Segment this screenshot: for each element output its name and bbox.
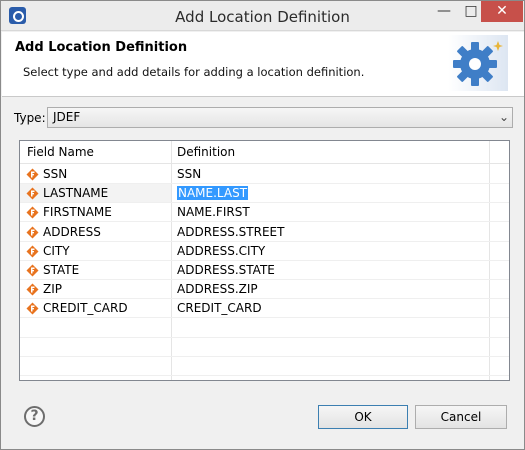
ok-button[interactable]: OK [318, 405, 408, 429]
field-f-icon [26, 168, 39, 181]
empty-row [20, 338, 509, 357]
table-row[interactable]: STATE ADDRESS.STATE [20, 261, 509, 280]
table-row[interactable]: CITY ADDRESS.CITY [20, 242, 509, 261]
field-name-cell: LASTNAME [43, 186, 109, 201]
table-row[interactable]: ZIP ADDRESS.ZIP [20, 280, 509, 300]
gear-icon [448, 35, 508, 91]
field-name-cell: ADDRESS [43, 224, 101, 239]
title-bar: Add Location Definition — □ ✕ [1, 1, 524, 31]
table-header: Field Name Definition [20, 141, 509, 164]
table-row[interactable]: ADDRESS ADDRESS.STREET [20, 223, 509, 242]
dialog-header: Add Location Definition Select type and … [2, 32, 524, 97]
table-row[interactable]: LASTNAME NAME.LAST [20, 184, 509, 204]
chevron-down-icon: ⌄ [498, 110, 509, 124]
definition-cell[interactable]: ADDRESS.CITY [177, 244, 265, 258]
field-f-icon [26, 187, 39, 200]
definition-cell[interactable]: CREDIT_CARD [177, 301, 262, 315]
type-label: Type: [14, 111, 46, 125]
definition-cell[interactable]: NAME.LAST [177, 186, 249, 201]
column-header-field-name[interactable]: Field Name [27, 145, 94, 159]
field-f-icon [26, 226, 39, 239]
definition-cell[interactable]: ADDRESS.STATE [177, 263, 275, 277]
type-select[interactable]: JDEF ⌄ [47, 107, 513, 128]
type-select-value: JDEF [53, 110, 81, 124]
definition-cell[interactable]: SSN [177, 167, 201, 181]
minimize-button[interactable]: — [431, 1, 457, 22]
field-f-icon [26, 264, 39, 277]
field-f-icon [26, 245, 39, 258]
cancel-button[interactable]: Cancel [415, 405, 507, 429]
definition-cell[interactable]: ADDRESS.STREET [177, 225, 284, 239]
help-icon[interactable]: ? [24, 406, 45, 427]
definition-cell[interactable]: ADDRESS.ZIP [177, 282, 258, 296]
empty-row [20, 357, 509, 376]
column-header-definition[interactable]: Definition [177, 145, 235, 159]
header-title: Add Location Definition [15, 40, 188, 55]
table-row[interactable]: CREDIT_CARD CREDIT_CARD [20, 299, 509, 319]
header-description: Select type and add details for adding a… [23, 65, 365, 79]
field-name-cell: CREDIT_CARD [43, 301, 128, 316]
definition-cell[interactable]: NAME.FIRST [177, 205, 250, 219]
field-f-icon [26, 283, 39, 296]
table-row[interactable]: SSN SSN [20, 165, 509, 184]
field-name-cell: CITY [43, 243, 70, 258]
field-name-cell: ZIP [43, 282, 62, 297]
field-name-cell: SSN [43, 167, 68, 181]
close-button[interactable]: ✕ [481, 1, 523, 22]
field-f-icon [26, 206, 39, 219]
definitions-table: Field Name Definition SSN SSN LASTNAME NAME… [19, 140, 510, 381]
dialog-window: Add Location Definition — □ ✕ Add Locati… [0, 0, 525, 450]
field-f-icon [26, 302, 39, 315]
field-name-cell: STATE [43, 263, 80, 277]
table-row[interactable]: FIRSTNAME NAME.FIRST [20, 203, 509, 223]
field-name-cell: FIRSTNAME [43, 205, 112, 220]
empty-row [20, 319, 509, 338]
